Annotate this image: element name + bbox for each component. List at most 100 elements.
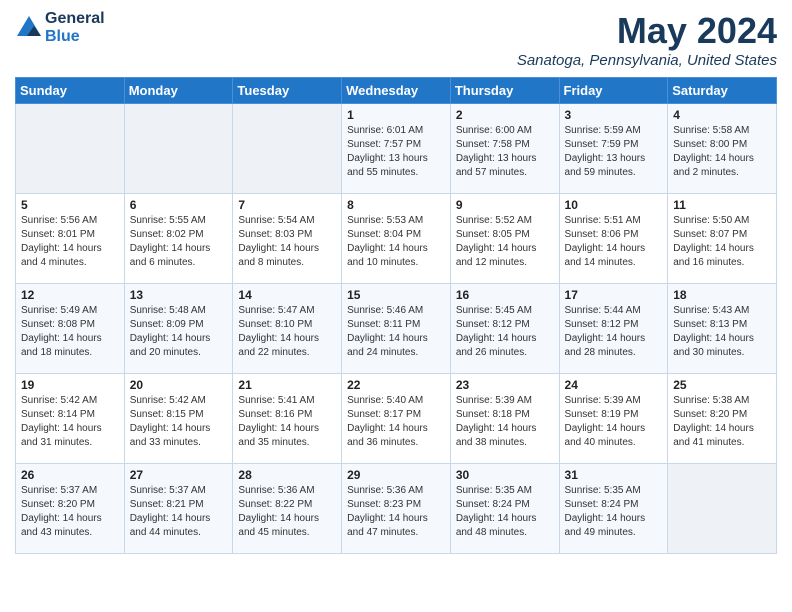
- day-info: Sunset: 8:13 PM: [673, 318, 771, 332]
- header: General Blue May 2024 Sanatoga, Pennsylv…: [15, 10, 777, 69]
- day-number: 4: [673, 108, 771, 122]
- calendar-cell: 2Sunrise: 6:00 AMSunset: 7:58 PMDaylight…: [450, 104, 559, 194]
- day-info: Daylight: 14 hours: [130, 332, 228, 346]
- day-info: Daylight: 14 hours: [238, 422, 336, 436]
- day-info: and 33 minutes.: [130, 436, 228, 450]
- calendar-cell: 23Sunrise: 5:39 AMSunset: 8:18 PMDayligh…: [450, 374, 559, 464]
- day-info: and 49 minutes.: [565, 526, 663, 540]
- day-info: Sunrise: 5:47 AM: [238, 304, 336, 318]
- day-info: and 10 minutes.: [347, 256, 445, 270]
- day-info: Sunrise: 5:38 AM: [673, 394, 771, 408]
- calendar-cell: 27Sunrise: 5:37 AMSunset: 8:21 PMDayligh…: [124, 464, 233, 554]
- day-number: 15: [347, 288, 445, 302]
- day-info: Daylight: 14 hours: [565, 242, 663, 256]
- day-info: Daylight: 14 hours: [565, 512, 663, 526]
- calendar-weekday-header: Saturday: [668, 78, 777, 104]
- day-info: Sunset: 8:20 PM: [673, 408, 771, 422]
- day-info: Sunrise: 5:37 AM: [130, 484, 228, 498]
- day-info: Sunset: 8:18 PM: [456, 408, 554, 422]
- day-number: 9: [456, 198, 554, 212]
- day-info: Daylight: 13 hours: [456, 152, 554, 166]
- calendar-cell: 17Sunrise: 5:44 AMSunset: 8:12 PMDayligh…: [559, 284, 668, 374]
- day-info: Daylight: 14 hours: [130, 422, 228, 436]
- day-number: 29: [347, 468, 445, 482]
- calendar-cell: 13Sunrise: 5:48 AMSunset: 8:09 PMDayligh…: [124, 284, 233, 374]
- day-info: Sunrise: 5:52 AM: [456, 214, 554, 228]
- calendar-cell: 14 Sunrise: 5:47 AMSunset: 8:10 PMDayligh…: [233, 284, 342, 374]
- calendar-table: SundayMondayTuesdayWednesdayThursdayFrid…: [15, 77, 777, 554]
- day-info: Sunrise: 6:00 AM: [456, 124, 554, 138]
- day-number: 17: [565, 288, 663, 302]
- day-number: 2: [456, 108, 554, 122]
- day-info: Daylight: 14 hours: [347, 242, 445, 256]
- day-info: Daylight: 14 hours: [673, 152, 771, 166]
- calendar-week-row: 5Sunrise: 5:56 AMSunset: 8:01 PMDaylight…: [16, 194, 777, 284]
- calendar-cell: 5Sunrise: 5:56 AMSunset: 8:01 PMDaylight…: [16, 194, 125, 284]
- day-info: Sunset: 8:21 PM: [130, 498, 228, 512]
- day-info: Daylight: 14 hours: [238, 512, 336, 526]
- day-info: Daylight: 14 hours: [238, 332, 336, 346]
- day-number: 3: [565, 108, 663, 122]
- calendar-week-row: 26Sunrise: 5:37 AMSunset: 8:20 PMDayligh…: [16, 464, 777, 554]
- day-number: 19: [21, 378, 119, 392]
- calendar-cell: 10Sunrise: 5:51 AMSunset: 8:06 PMDayligh…: [559, 194, 668, 284]
- logo: General Blue: [15, 10, 105, 45]
- day-info: Daylight: 14 hours: [565, 332, 663, 346]
- day-info: Sunrise: 5:55 AM: [130, 214, 228, 228]
- calendar-cell: 26Sunrise: 5:37 AMSunset: 8:20 PMDayligh…: [16, 464, 125, 554]
- day-info: and 59 minutes.: [565, 166, 663, 180]
- day-info: and 14 minutes.: [565, 256, 663, 270]
- day-info: and 57 minutes.: [456, 166, 554, 180]
- day-number: 23: [456, 378, 554, 392]
- calendar-weekday-header: Monday: [124, 78, 233, 104]
- day-info: and 36 minutes.: [347, 436, 445, 450]
- calendar-cell: 19Sunrise: 5:42 AMSunset: 8:14 PMDayligh…: [16, 374, 125, 464]
- day-info: Sunset: 8:19 PM: [565, 408, 663, 422]
- day-info: Sunrise: 6:01 AM: [347, 124, 445, 138]
- day-info: Sunrise: 5:48 AM: [130, 304, 228, 318]
- day-info: Daylight: 14 hours: [456, 332, 554, 346]
- calendar-cell: 25 Sunrise: 5:38 AMSunset: 8:20 PMDayligh…: [668, 374, 777, 464]
- logo-icon: [15, 14, 43, 42]
- day-info: Sunrise: 5:43 AM: [673, 304, 771, 318]
- day-number: 30: [456, 468, 554, 482]
- calendar-cell: 6Sunrise: 5:55 AMSunset: 8:02 PMDaylight…: [124, 194, 233, 284]
- day-info: and 20 minutes.: [130, 346, 228, 360]
- calendar-weekday-header: Sunday: [16, 78, 125, 104]
- day-info: Sunrise: 5:44 AM: [565, 304, 663, 318]
- day-info: Daylight: 14 hours: [21, 242, 119, 256]
- day-info: and 43 minutes.: [21, 526, 119, 540]
- day-info: Sunrise: 5:51 AM: [565, 214, 663, 228]
- day-info: Sunset: 8:03 PM: [238, 228, 336, 242]
- day-info: and 18 minutes.: [21, 346, 119, 360]
- calendar-cell: 7Sunrise: 5:54 AMSunset: 8:03 PMDaylight…: [233, 194, 342, 284]
- calendar-cell: 21Sunrise: 5:41 AMSunset: 8:16 PMDayligh…: [233, 374, 342, 464]
- day-info: Daylight: 13 hours: [565, 152, 663, 166]
- day-number: 25: [673, 378, 771, 392]
- day-info: and 55 minutes.: [347, 166, 445, 180]
- calendar-cell: 28Sunrise: 5:36 AMSunset: 8:22 PMDayligh…: [233, 464, 342, 554]
- day-info: Sunrise: 5:50 AM: [673, 214, 771, 228]
- day-number: 26: [21, 468, 119, 482]
- day-info: Sunset: 8:09 PM: [130, 318, 228, 332]
- day-info: Sunrise: 5:36 AM: [238, 484, 336, 498]
- day-number: 31: [565, 468, 663, 482]
- day-info: and 35 minutes.: [238, 436, 336, 450]
- calendar-header: SundayMondayTuesdayWednesdayThursdayFrid…: [16, 78, 777, 104]
- day-info: Sunset: 8:24 PM: [456, 498, 554, 512]
- day-info: Sunrise: 5:59 AM: [565, 124, 663, 138]
- calendar-cell: 24Sunrise: 5:39 AMSunset: 8:19 PMDayligh…: [559, 374, 668, 464]
- day-number: 14: [238, 288, 336, 302]
- day-number: 6: [130, 198, 228, 212]
- day-info: Sunset: 8:04 PM: [347, 228, 445, 242]
- day-info: Sunset: 8:16 PM: [238, 408, 336, 422]
- location: Sanatoga, Pennsylvania, United States: [517, 52, 777, 69]
- day-number: 8: [347, 198, 445, 212]
- day-info: Sunrise: 5:53 AM: [347, 214, 445, 228]
- day-info: Daylight: 14 hours: [21, 422, 119, 436]
- day-info: Sunset: 8:10 PM: [238, 318, 336, 332]
- day-info: and 28 minutes.: [565, 346, 663, 360]
- title-block: May 2024 Sanatoga, Pennsylvania, United …: [517, 10, 777, 69]
- day-info: Sunset: 8:02 PM: [130, 228, 228, 242]
- day-info: Daylight: 14 hours: [673, 422, 771, 436]
